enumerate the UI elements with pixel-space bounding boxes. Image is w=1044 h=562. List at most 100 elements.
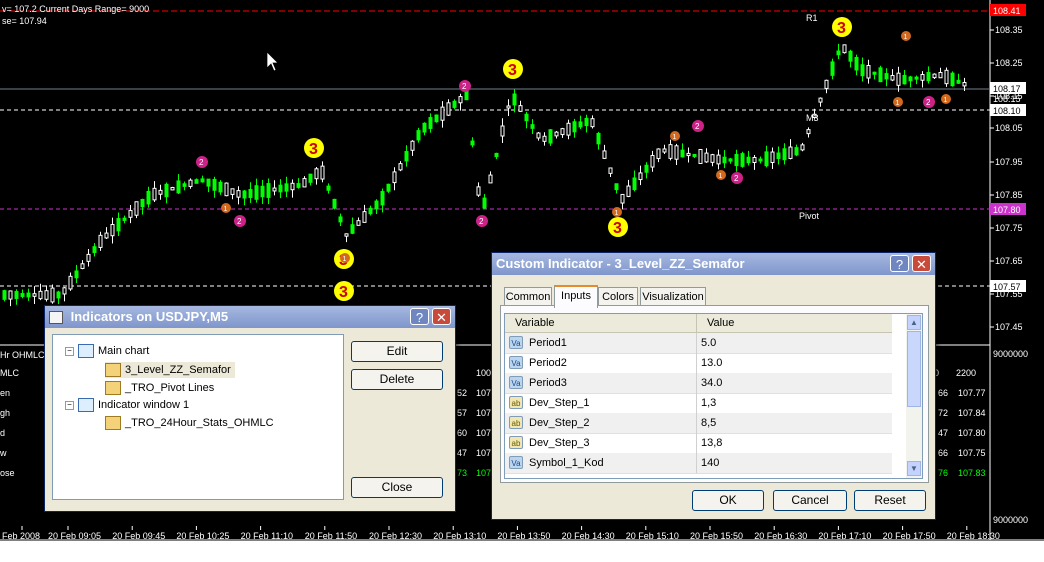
level1-signal-digit: 1 (673, 134, 677, 141)
grid-row[interactable]: ab Dev_Step_2 8,5 (505, 413, 892, 434)
candle-body (152, 187, 157, 201)
variable-value[interactable]: 34.0 (701, 373, 722, 393)
candle-body (140, 198, 145, 208)
grid-row[interactable]: Va Period2 13.0 (505, 353, 892, 374)
grid-row[interactable]: Va Period3 34.0 (505, 373, 892, 394)
level3-signal-digit: 3 (837, 20, 846, 37)
candle-body (440, 106, 445, 121)
scroll-thumb[interactable] (907, 331, 921, 407)
edit-button[interactable]: Edit (351, 341, 443, 362)
stats-right-cell: 107.83 (958, 468, 986, 478)
reset-button[interactable]: Reset (854, 490, 926, 511)
candle-body (800, 144, 805, 151)
grid-row[interactable]: ab Dev_Step_1 1,3 (505, 393, 892, 414)
candle-body (932, 73, 937, 79)
indicators-titlebar[interactable]: Indicators on USDJPY,M5 (45, 306, 455, 328)
tab-colors[interactable]: Colors (598, 287, 638, 306)
tree-node-main-chart[interactable]: − Main chart (65, 343, 149, 359)
tree-node-indicator-window[interactable]: − Indicator window 1 (65, 397, 189, 413)
candle-body (554, 131, 559, 137)
candle-body (260, 185, 265, 198)
stats-right-cell: 107.77 (958, 388, 986, 398)
grid-scrollbar[interactable]: ▲ ▼ (906, 314, 922, 478)
red-price-marker: 108.41 (993, 6, 1021, 16)
close-icon[interactable]: ✕ (912, 255, 931, 272)
grid-row[interactable]: Va Symbol_1_Kod 140 (505, 453, 892, 474)
grid-row[interactable]: ab Dev_Step_3 13,8 (505, 433, 892, 454)
variable-value[interactable]: 13.0 (701, 353, 722, 373)
close-button[interactable]: Close (351, 477, 443, 498)
level2-signal-digit: 2 (695, 122, 700, 131)
stats-right-cell: 76 (938, 468, 948, 478)
candle-body (608, 167, 613, 174)
tab-inputs[interactable]: Inputs (554, 285, 598, 308)
delete-button[interactable]: Delete (351, 369, 443, 390)
candle-body (704, 152, 709, 163)
collapse-icon[interactable]: − (65, 400, 74, 410)
candle-body (758, 158, 763, 162)
inputs-grid[interactable]: Variable Value Va Period1 5.0 Va Period2 13.0… (504, 313, 923, 479)
candle-body (188, 179, 193, 187)
price-tick-label: 108.25 (995, 58, 1023, 68)
candle-body (194, 179, 199, 184)
candle-body (338, 216, 343, 223)
variable-value[interactable]: 8,5 (701, 413, 716, 433)
function-icon (105, 416, 121, 431)
indicators-window-title: Indicators on USDJPY,M5 (70, 309, 229, 324)
time-tick-label: 20 Feb 09:45 (112, 531, 165, 541)
level1-signal-digit: 1 (904, 34, 908, 41)
stats-right-cell: 107.75 (958, 448, 986, 458)
candle-body (524, 113, 529, 122)
collapse-icon[interactable]: − (65, 346, 74, 356)
tree-item-pivot-lines[interactable]: _TRO_Pivot Lines (105, 380, 214, 396)
candle-body (362, 211, 367, 223)
candle-body (248, 189, 253, 198)
candle-body (218, 181, 223, 193)
help-icon[interactable]: ? (890, 255, 909, 272)
scroll-up-icon[interactable]: ▲ (907, 315, 921, 330)
tree-item-stats[interactable]: _TRO_24Hour_Stats_OHMLC (105, 415, 274, 431)
price-tick-label: 107.75 (995, 223, 1023, 233)
candle-body (272, 187, 277, 192)
variable-value[interactable]: 140 (701, 453, 719, 473)
custom-indicator-titlebar[interactable]: Custom Indicator - 3_Level_ZZ_Semafor (492, 253, 935, 275)
stats-mid-header: 100 (476, 368, 491, 378)
candle-body (482, 197, 487, 209)
stats-row-label: w (0, 448, 7, 458)
candle-body (896, 72, 901, 86)
candle-body (128, 210, 133, 218)
candle-body (242, 190, 247, 199)
ok-button[interactable]: OK (692, 490, 764, 511)
stats-row-label: en (0, 388, 10, 398)
help-icon[interactable]: ? (410, 308, 429, 325)
variable-column-header[interactable]: Variable (515, 314, 555, 332)
variable-value[interactable]: 1,3 (701, 393, 716, 413)
variable-value[interactable]: 5.0 (701, 333, 716, 353)
number-type-icon: Va (509, 376, 523, 389)
candle-body (776, 152, 781, 160)
variable-value[interactable]: 13,8 (701, 433, 722, 453)
tab-visualization[interactable]: Visualization (640, 287, 706, 306)
stats-row-label: gh (0, 408, 10, 418)
candle-body (818, 97, 823, 103)
candle-body (572, 121, 577, 133)
candle-body (656, 148, 661, 160)
stats-right-cell: 72 (938, 408, 948, 418)
candle-body (380, 191, 385, 206)
cancel-button[interactable]: Cancel (773, 490, 847, 511)
stats-right-cell: 107.80 (958, 428, 986, 438)
tree-item-semafor[interactable]: 3_Level_ZZ_Semafor (105, 362, 235, 378)
candle-body (62, 287, 67, 295)
indicator-tree[interactable]: − Main chart 3_Level_ZZ_Semafor _TRO_Pivo… (52, 334, 344, 500)
tab-common[interactable]: Common (504, 287, 552, 306)
grid-row[interactable]: Va Period1 5.0 (505, 333, 892, 354)
scroll-down-icon[interactable]: ▼ (907, 461, 921, 476)
value-column-header[interactable]: Value (707, 314, 734, 332)
stats-right-header: 2200 (956, 368, 976, 378)
time-tick-label: 20 Feb 15:50 (690, 531, 743, 541)
close-icon[interactable]: ✕ (432, 308, 451, 325)
candle-body (416, 130, 421, 141)
variable-name: Symbol_1_Kod (529, 457, 604, 469)
candle-body (866, 65, 871, 79)
candle-body (14, 291, 19, 299)
